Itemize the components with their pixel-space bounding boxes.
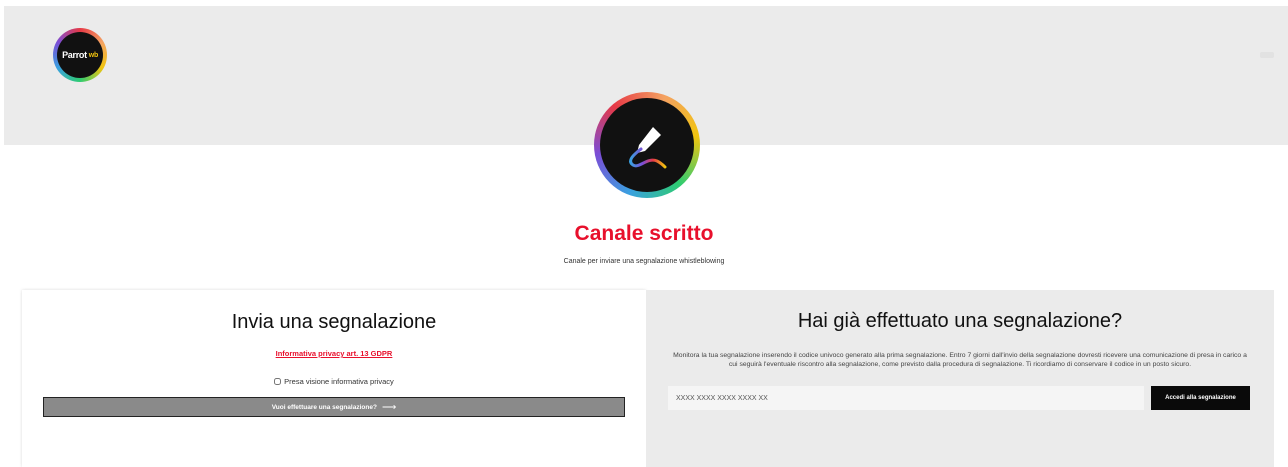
logo-text: Parrot — [62, 50, 87, 60]
access-report-title: Hai già effettuato una segnalazione? — [797, 310, 1123, 332]
logo-badge: Parrot wb — [57, 32, 103, 78]
logo[interactable]: Parrot wb — [53, 28, 107, 82]
privacy-consent-label: Presa visione informativa privacy — [284, 377, 394, 386]
privacy-consent-checkbox[interactable] — [274, 378, 282, 385]
report-code-input[interactable] — [668, 386, 1144, 410]
channel-badge — [594, 92, 700, 198]
access-report-description: Monitora la tua segnalazione inserendo i… — [673, 351, 1247, 369]
send-report-title: Invia una segnalazione — [231, 311, 437, 333]
logo-accent: wb — [88, 51, 98, 59]
start-report-label: Vuoi effettuare una segnalazione? — [271, 403, 377, 411]
privacy-consent[interactable]: Presa visione informativa privacy — [22, 377, 646, 386]
privacy-policy-link[interactable]: Informativa privacy art. 13 GDPR — [22, 349, 646, 358]
access-report-button[interactable]: Accedi alla segnalazione — [1151, 386, 1250, 410]
page-subtitle: Canale per inviare una segnalazione whis… — [563, 258, 725, 265]
arrow-right-icon: ⟶ — [381, 401, 397, 413]
page-title: Canale scritto — [574, 222, 714, 245]
start-report-button[interactable]: Vuoi effettuare una segnalazione? ⟶ — [43, 397, 625, 417]
send-report-card: Invia una segnalazione Informativa priva… — [22, 290, 646, 467]
access-report-card: Hai già effettuato una segnalazione? Mon… — [646, 290, 1274, 467]
menu-icon[interactable] — [1260, 52, 1274, 58]
pen-icon — [600, 98, 694, 192]
